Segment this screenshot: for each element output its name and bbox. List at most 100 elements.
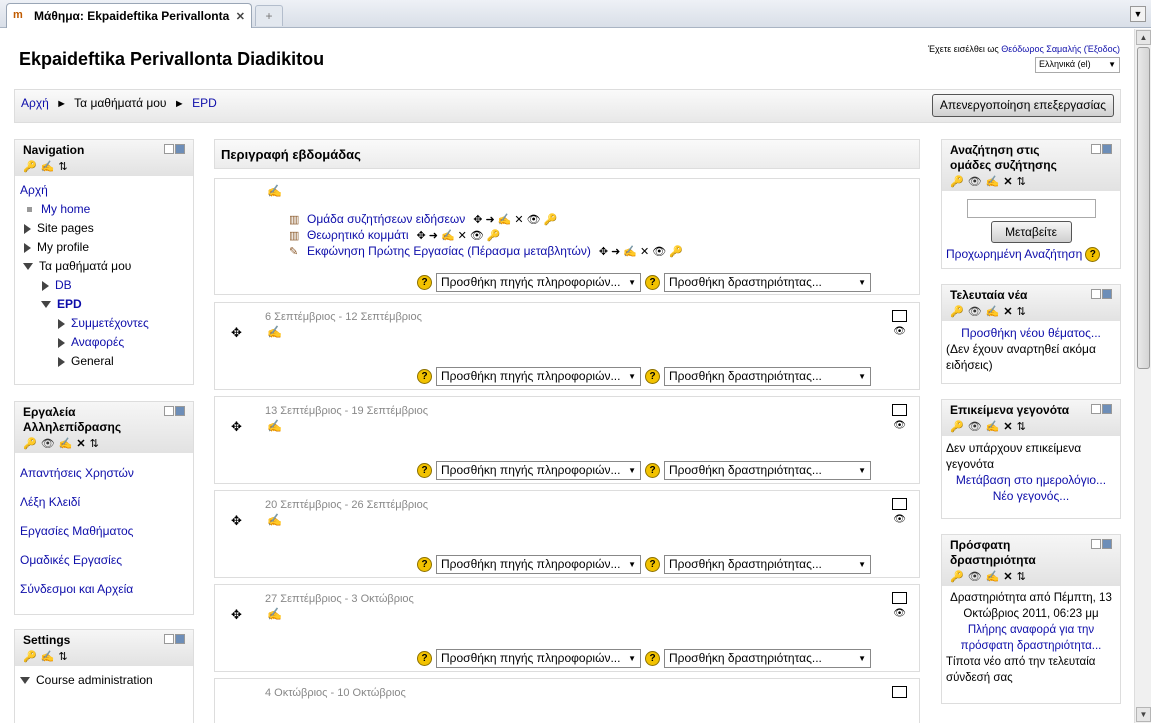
move-icon[interactable]: ⇅ — [90, 438, 99, 451]
add-resource-select[interactable]: Προσθήκη πηγής πληροφοριών... ▼ — [436, 367, 641, 386]
collapse-arrow-icon[interactable] — [20, 677, 30, 685]
turn-editing-off-button[interactable]: Απενεργοποίηση επεξεργασίας — [931, 94, 1114, 117]
highlight-week-icon[interactable] — [892, 310, 907, 322]
expand-arrow-icon[interactable] — [58, 337, 65, 348]
delete-icon[interactable]: ✕ — [1003, 176, 1012, 189]
logout-link[interactable]: (Έξοδος) — [1084, 44, 1120, 54]
dock-block-icon[interactable] — [175, 634, 185, 644]
highlight-week-icon[interactable] — [892, 404, 907, 416]
assign-roles-icon[interactable]: 🔑 — [950, 306, 964, 319]
delete-icon[interactable]: ✕ — [514, 213, 523, 226]
move-section-icon[interactable]: ✥ — [231, 325, 242, 341]
configure-icon[interactable]: ✍ — [986, 571, 1000, 584]
delete-icon[interactable]: ✕ — [76, 438, 85, 451]
assign-roles-icon[interactable]: 🔑 — [23, 651, 37, 664]
add-resource-select[interactable]: Προσθήκη πηγής πληροφοριών... ▼ — [436, 649, 641, 668]
hide-block-icon[interactable] — [1091, 539, 1101, 549]
assign-roles-icon[interactable]: 🔑 — [950, 571, 964, 584]
configure-icon[interactable]: ✍ — [41, 161, 55, 174]
delete-icon[interactable]: ✕ — [458, 229, 467, 242]
interaction-link[interactable]: Λέξη Κλειδί — [20, 495, 80, 509]
move-right-icon[interactable]: ➜ — [611, 245, 620, 258]
interaction-link[interactable]: Σύνδεσμοι και Αρχεία — [20, 582, 133, 596]
dock-block-icon[interactable] — [175, 406, 185, 416]
assign-roles-icon[interactable]: 🔑 — [950, 421, 964, 434]
help-icon[interactable]: ? — [417, 463, 432, 478]
nav-my-profile[interactable]: My profile — [37, 240, 89, 254]
breadcrumb-current[interactable]: EPD — [192, 96, 217, 110]
expand-arrow-icon[interactable] — [58, 356, 65, 367]
close-tab-icon[interactable]: ✕ — [236, 10, 245, 23]
hide-icon[interactable]: 👁 — [968, 306, 982, 319]
add-activity-select[interactable]: Προσθήκη δραστηριότητας... ▼ — [664, 555, 871, 574]
edit-summary-icon[interactable]: ✍ — [267, 513, 282, 527]
nav-my-home-link[interactable]: My home — [41, 202, 90, 216]
hide-block-icon[interactable] — [164, 406, 174, 416]
expand-arrow-icon[interactable] — [58, 318, 65, 329]
hide-icon[interactable]: 👁 — [41, 438, 55, 451]
move-icon[interactable]: ✥ — [473, 213, 482, 226]
configure-icon[interactable]: ✍ — [59, 438, 73, 451]
nav-my-courses[interactable]: Τα μαθήματά μου — [39, 259, 131, 273]
hide-icon[interactable]: 👁 — [652, 245, 666, 258]
add-activity-select[interactable]: Προσθήκη δραστηριότητας... ▼ — [664, 461, 871, 480]
course-administration[interactable]: Course administration — [36, 673, 153, 687]
move-icon[interactable]: ⇅ — [58, 651, 67, 664]
activity-link[interactable]: Ομάδα συζητήσεων ειδήσεων — [307, 212, 465, 226]
expand-arrow-icon[interactable] — [42, 280, 49, 291]
move-right-icon[interactable]: ➜ — [485, 213, 494, 226]
assign-roles-icon[interactable]: 🔑 — [23, 438, 37, 451]
hide-block-icon[interactable] — [164, 144, 174, 154]
help-icon[interactable]: ? — [417, 651, 432, 666]
help-icon[interactable]: ? — [645, 651, 660, 666]
configure-icon[interactable]: ✍ — [986, 306, 1000, 319]
highlight-week-icon[interactable] — [892, 498, 907, 510]
collapse-arrow-icon[interactable] — [23, 263, 33, 271]
hide-icon[interactable]: 👁 — [968, 571, 982, 584]
move-icon[interactable]: ✥ — [417, 229, 426, 242]
add-news-topic-link[interactable]: Προσθήκη νέου θέματος... — [961, 326, 1101, 340]
hide-icon[interactable]: 👁 — [470, 229, 484, 242]
hide-week-icon[interactable]: 👁 — [893, 326, 906, 337]
highlight-week-icon[interactable] — [892, 686, 907, 698]
hide-week-icon[interactable]: 👁 — [893, 514, 906, 525]
move-icon[interactable]: ⇅ — [58, 161, 67, 174]
activity-link[interactable]: Εκφώνηση Πρώτης Εργασίας (Πέρασμα μεταβλ… — [307, 244, 591, 258]
scroll-down-icon[interactable]: ▼ — [1136, 707, 1151, 722]
nav-home-link[interactable]: Αρχή — [20, 183, 48, 197]
nav-general[interactable]: General — [71, 354, 114, 368]
forum-search-input[interactable] — [966, 199, 1096, 218]
dock-block-icon[interactable] — [1102, 404, 1112, 414]
add-resource-select[interactable]: Προσθήκη πηγής πληροφοριών... ▼ — [436, 461, 641, 480]
hide-block-icon[interactable] — [1091, 289, 1101, 299]
new-event-link[interactable]: Νέο γεγονός... — [993, 489, 1070, 503]
collapse-arrow-icon[interactable] — [41, 301, 51, 309]
move-section-icon[interactable]: ✥ — [231, 419, 242, 435]
delete-icon[interactable]: ✕ — [1003, 306, 1012, 319]
edit-summary-icon[interactable]: ✍ — [267, 184, 282, 198]
interaction-link[interactable]: Ομαδικές Εργασίες — [20, 553, 122, 567]
help-icon[interactable]: ? — [417, 275, 432, 290]
edit-summary-icon[interactable]: ✍ — [267, 419, 282, 433]
delete-icon[interactable]: ✕ — [640, 245, 649, 258]
activity-link[interactable]: Θεωρητικό κομμάτι — [307, 228, 409, 242]
help-icon[interactable]: ? — [645, 369, 660, 384]
breadcrumb-home[interactable]: Αρχή — [21, 96, 49, 110]
help-icon[interactable]: ? — [417, 557, 432, 572]
nav-reports-link[interactable]: Αναφορές — [71, 335, 124, 349]
nav-course-db-link[interactable]: DB — [55, 278, 72, 292]
help-icon[interactable]: ? — [1085, 246, 1101, 262]
expand-arrow-icon[interactable] — [24, 223, 31, 234]
help-icon[interactable]: ? — [645, 463, 660, 478]
update-icon[interactable]: ✍ — [498, 213, 512, 226]
move-icon[interactable]: ⇅ — [1017, 176, 1026, 189]
move-icon[interactable]: ⇅ — [1017, 421, 1026, 434]
edit-summary-icon[interactable]: ✍ — [267, 607, 282, 621]
interaction-link[interactable]: Εργασίες Μαθήματος — [20, 524, 133, 538]
move-section-icon[interactable]: ✥ — [231, 607, 242, 623]
hide-week-icon[interactable]: 👁 — [893, 608, 906, 619]
hide-icon[interactable]: 👁 — [527, 213, 541, 226]
update-icon[interactable]: ✍ — [623, 245, 637, 258]
assign-roles-icon[interactable]: 🔑 — [487, 229, 501, 242]
expand-arrow-icon[interactable] — [24, 242, 31, 253]
